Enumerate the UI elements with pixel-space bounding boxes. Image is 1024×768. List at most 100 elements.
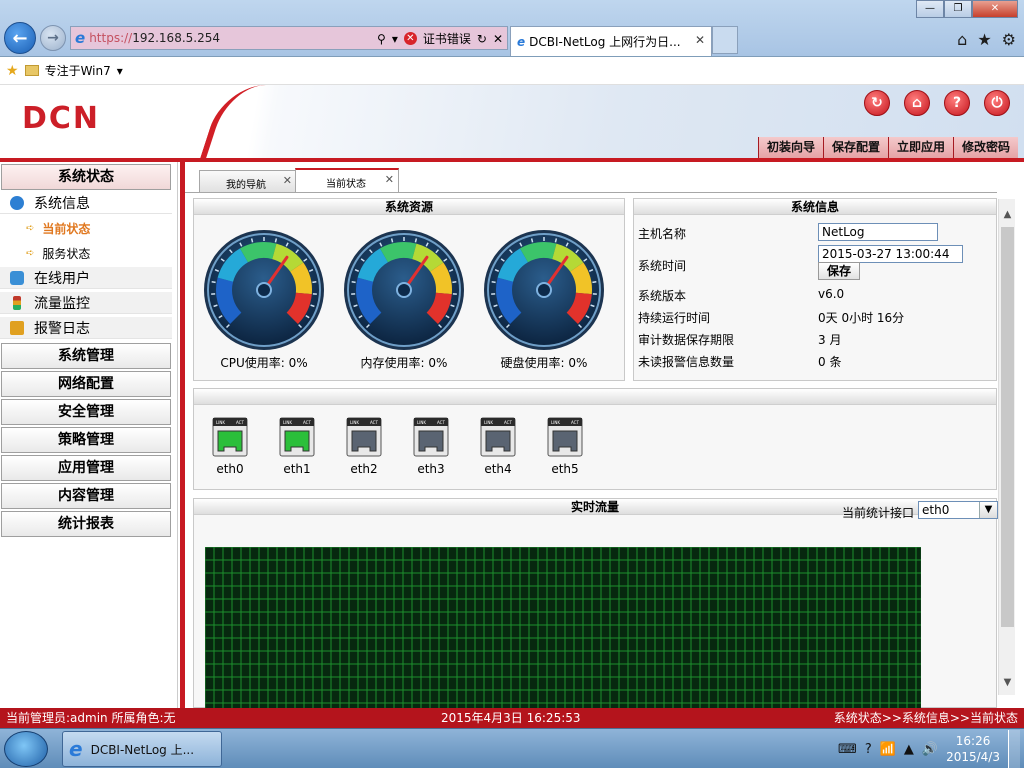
setup-wizard-button[interactable]: 初装向导 [757, 137, 823, 158]
home-icon[interactable]: ⌂ [904, 90, 930, 116]
disk-usage-label: 硬盘使用率: 0% [500, 356, 588, 370]
port-eth5[interactable]: LINK ACT eth5 [543, 417, 587, 476]
gauge-tick [530, 238, 534, 243]
start-button[interactable] [4, 731, 48, 767]
chevron-down-icon[interactable]: ▼ [979, 502, 997, 518]
favorites-add-icon[interactable]: ★ [6, 63, 19, 79]
port-label: eth4 [484, 462, 512, 476]
act-led-label: ACT [236, 420, 244, 425]
cert-error-label[interactable]: 证书错误 [423, 30, 471, 47]
help-icon[interactable]: ? [944, 90, 970, 116]
sidebar-section-system-status[interactable]: 系统状态 [1, 164, 171, 190]
vertical-scrollbar[interactable]: ▲ ▼ [998, 199, 1015, 695]
act-led-label: ACT [437, 420, 445, 425]
favorites-dropdown-icon[interactable]: ▾ [117, 64, 123, 78]
scrollbar-thumb[interactable] [1001, 227, 1014, 627]
sidebar-sub-service-status[interactable]: ➪ 服务状态 [0, 242, 172, 264]
close-tab-icon[interactable]: ✕ [695, 33, 705, 47]
gauge-hub [536, 282, 552, 298]
dcn-logo: DCN [22, 101, 101, 136]
favorites-star-icon[interactable]: ★ [977, 30, 991, 49]
sidebar-item-online-users[interactable]: 在线用户 [0, 267, 172, 289]
show-hidden-icons-icon[interactable]: ▲ [904, 742, 914, 757]
cpu-gauge: CPU使用率: 0% [203, 229, 325, 371]
save-button[interactable]: 保存 [818, 262, 860, 280]
sidebar-item-system-info[interactable]: 系统信息 [0, 192, 172, 214]
gauge-band [520, 242, 557, 263]
taskbar-ie-button[interactable]: e DCBI-NetLog 上... [62, 731, 222, 767]
help-tray-icon[interactable]: ? [865, 742, 872, 757]
settings-gear-icon[interactable]: ⚙ [1002, 30, 1016, 49]
port-eth4[interactable]: LINK ACT eth4 [476, 417, 520, 476]
favorites-item[interactable]: 专注于Win7 [45, 62, 111, 79]
sidebar-section-content-mgmt[interactable]: 内容管理 [1, 483, 171, 509]
admin-info: 当前管理员:admin 所属角色:无 [6, 711, 176, 725]
port-eth3[interactable]: LINK ACT eth3 [409, 417, 453, 476]
volume-icon[interactable]: 🔊 [922, 742, 938, 757]
tab-my-navigation[interactable]: 我的导航 ✕ [199, 170, 297, 192]
minimize-button[interactable]: — [916, 0, 944, 18]
info-row: 系统版本 v6.0 [638, 285, 994, 305]
forward-button[interactable]: → [40, 25, 66, 51]
refresh-page-icon[interactable]: ↻ [477, 32, 487, 46]
sidebar-section-security-mgmt[interactable]: 安全管理 [1, 399, 171, 425]
close-tab-icon[interactable]: ✕ [385, 173, 394, 186]
gauge-band [429, 262, 452, 295]
close-tab-icon[interactable]: ✕ [283, 174, 292, 187]
sidebar-section-system-mgmt[interactable]: 系统管理 [1, 343, 171, 369]
cert-error-icon[interactable]: ✕ [403, 32, 417, 45]
close-window-button[interactable]: ✕ [972, 0, 1018, 18]
logout-icon[interactable]: ⏻ [984, 90, 1010, 116]
retention-label: 审计数据保存期限 [638, 333, 735, 347]
gauge-dial [484, 230, 604, 350]
new-tab-button[interactable] [712, 26, 738, 54]
app-header: DCN ↻ ⌂ ? ⏻ 初装向导 保存配置 立即应用 修改密码 [0, 85, 1024, 158]
stop-icon[interactable]: ✕ [493, 32, 503, 46]
sidebar: 系统状态 系统信息 ➪ 当前状态 ➪ 服务状态 在线用户 流量监控 报警日志 系… [0, 162, 178, 708]
sidebar-item-traffic-monitor[interactable]: 流量监控 [0, 292, 172, 314]
sidebar-section-policy-mgmt[interactable]: 策略管理 [1, 427, 171, 453]
change-password-button[interactable]: 修改密码 [952, 137, 1018, 158]
sidebar-section-reports[interactable]: 统计报表 [1, 511, 171, 537]
apply-now-button[interactable]: 立即应用 [887, 137, 953, 158]
refresh-icon[interactable]: ↻ [864, 90, 890, 116]
link-led-label: LINK [216, 420, 225, 425]
clock[interactable]: 16:26 2015/4/3 [946, 733, 1000, 765]
unread-alarms-value: 0 条 [818, 355, 842, 369]
show-desktop-button[interactable] [1008, 730, 1020, 768]
network-icon[interactable]: 📶 [880, 742, 896, 757]
browser-tab[interactable]: e DCBI-NetLog 上网行为日... ✕ [510, 26, 712, 56]
status-bar: 当前管理员:admin 所属角色:无 2015年4月3日 16:25:53 系统… [0, 708, 1024, 728]
hostname-field[interactable]: NetLog [818, 223, 938, 241]
memory-usage-label: 内存使用率: 0% [360, 356, 448, 370]
sidebar-sub-current-status[interactable]: ➪ 当前状态 [0, 217, 172, 239]
port-eth2[interactable]: LINK ACT eth2 [342, 417, 386, 476]
sidebar-item-alarm-log[interactable]: 报警日志 [0, 317, 172, 339]
port-label: eth1 [283, 462, 311, 476]
hostname-label: 主机名称 [638, 227, 687, 241]
port-eth1[interactable]: LINK ACT eth1 [275, 417, 319, 476]
gauge-tick [592, 280, 597, 284]
keyboard-icon[interactable]: ⌨ [838, 742, 857, 757]
tab-label: 我的导航 [226, 180, 266, 191]
back-button[interactable]: ← [4, 22, 36, 54]
sidebar-section-network-config[interactable]: 网络配置 [1, 371, 171, 397]
maximize-button[interactable]: ❐ [944, 0, 972, 18]
interface-select[interactable]: eth0 ▼ [918, 501, 998, 519]
search-icon[interactable]: ⚲ [377, 32, 386, 46]
gauge-hub [396, 282, 412, 298]
address-bar[interactable]: e https:// 192.168.5.254 ⚲ ▾ ✕ 证书错误 ↻ ✕ [70, 26, 508, 50]
sidebar-section-app-mgmt[interactable]: 应用管理 [1, 455, 171, 481]
dropdown-icon[interactable]: ▾ [392, 32, 398, 46]
tab-current-status[interactable]: 当前状态 ✕ [295, 168, 399, 193]
home-page-icon[interactable]: ⌂ [957, 30, 967, 49]
port-eth0[interactable]: LINK ACT eth0 [208, 417, 252, 476]
system-time-field[interactable]: 2015-03-27 13:00:44 [818, 245, 963, 263]
scroll-up-icon[interactable]: ▲ [999, 209, 1016, 223]
gauge-tick [554, 238, 558, 243]
address-host: 192.168.5.254 [132, 31, 220, 45]
save-config-button[interactable]: 保存配置 [822, 137, 888, 158]
arrow-icon: ➪ [26, 222, 35, 234]
window-controls: — ❐ ✕ [916, 0, 1018, 18]
scroll-down-icon[interactable]: ▼ [999, 677, 1016, 691]
